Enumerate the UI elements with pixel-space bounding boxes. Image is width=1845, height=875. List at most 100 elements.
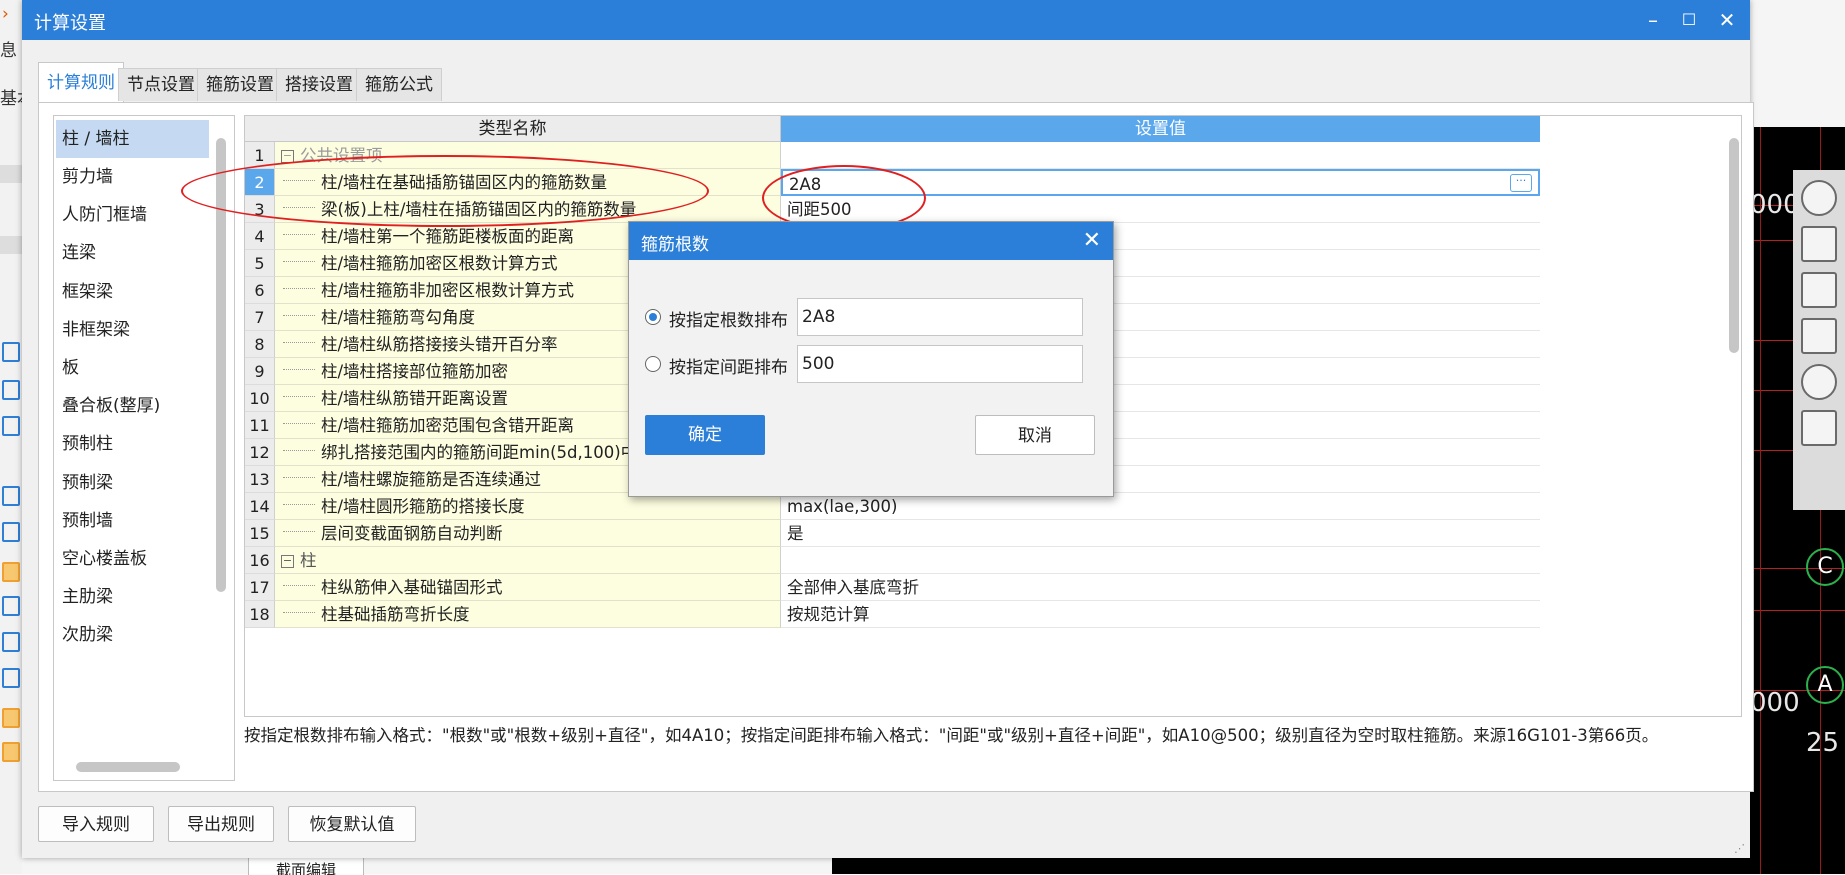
row-value-editor[interactable]: 2A8 ···	[781, 169, 1540, 196]
view-3d-icon	[1801, 226, 1837, 262]
row-name: 柱/墙柱在基础插筋锚固区内的箍筋数量	[275, 169, 781, 196]
collapse-toggle-icon[interactable]: −	[281, 555, 294, 568]
count-input[interactable]: 2A8	[797, 298, 1083, 336]
row-value: 全部伸入基底弯折	[781, 574, 1540, 601]
row-number: 15	[245, 520, 275, 547]
background-left-panel: › 息 基本	[0, 0, 23, 874]
row-number: 7	[245, 304, 275, 331]
row-name: 柱基础插筋弯折长度	[275, 601, 781, 628]
dialog-titlebar: 箍筋根数 ✕	[629, 222, 1113, 260]
row-number: 16	[245, 547, 275, 574]
bg-tool-icon	[2, 486, 20, 506]
table-row[interactable]: 18 柱基础插筋弯折长度 按规范计算	[245, 601, 1540, 628]
bg-tool-icon	[2, 708, 20, 728]
category-item-precast-beam[interactable]: 预制梁	[56, 464, 209, 502]
bg-tool-icon	[2, 668, 20, 688]
ok-button[interactable]: 确定	[645, 415, 765, 455]
row-number: 10	[245, 385, 275, 412]
table-row[interactable]: 16 − 柱	[245, 547, 1540, 574]
row-number: 2	[245, 169, 275, 196]
spacing-input[interactable]: 500	[797, 345, 1083, 383]
category-item-precast-column[interactable]: 预制柱	[56, 425, 209, 463]
dialog-close-button[interactable]: ✕	[1083, 228, 1101, 253]
background-drawing-canvas: 000 000 25 C A	[1750, 0, 1845, 874]
table-row[interactable]: 14 柱/墙柱圆形箍筋的搭接长度 max(lae,300)	[245, 493, 1540, 520]
category-item-non-frame-beam[interactable]: 非框架梁	[56, 311, 209, 349]
cancel-button[interactable]: 取消	[975, 415, 1095, 455]
category-item-precast-wall[interactable]: 预制墙	[56, 502, 209, 540]
radio-by-count[interactable]	[645, 309, 661, 325]
category-item-main-rib-beam[interactable]: 主肋梁	[56, 578, 209, 616]
grid-header-setting-value: 设置值	[781, 116, 1540, 142]
window-title: 计算设置	[34, 13, 106, 34]
category-item-coupling-beam[interactable]: 连梁	[56, 234, 209, 272]
category-horizontal-scrollbar[interactable]	[76, 762, 180, 772]
category-item-column[interactable]: 柱 / 墙柱	[56, 120, 209, 158]
bg-text-fragment: 基本	[0, 89, 22, 109]
row-number: 18	[245, 601, 275, 628]
row-value: 间距500	[781, 196, 1540, 223]
window-titlebar: 计算设置 – ☐ ✕	[22, 0, 1750, 40]
row-name: 柱纵筋伸入基础锚固形式	[275, 574, 781, 601]
view-grid-icon	[1801, 410, 1837, 446]
row-value: 按规范计算	[781, 601, 1540, 628]
stirrup-count-dialog: 箍筋根数 ✕ 按指定根数排布 2A8 按指定间距排布 500 确定 取消	[628, 221, 1114, 497]
view-cube-icon	[1801, 318, 1837, 354]
minimize-button[interactable]: –	[1638, 6, 1668, 34]
row-number: 6	[245, 277, 275, 304]
bg-tool-icon	[2, 632, 20, 652]
tab-stirrup-settings[interactable]: 箍筋设置	[197, 68, 283, 101]
category-item-frame-beam[interactable]: 框架梁	[56, 273, 209, 311]
bg-tool-icon	[2, 596, 20, 616]
bg-tool-icon	[2, 416, 20, 436]
row-value: max(lae,300)	[781, 493, 1540, 520]
resize-grip-icon[interactable]: ⋰	[1734, 842, 1746, 855]
bg-divider	[0, 236, 22, 254]
row-number: 8	[245, 331, 275, 358]
tab-lap-settings[interactable]: 搭接设置	[276, 68, 362, 101]
category-list: 柱 / 墙柱 剪力墙 人防门框墙 连梁 框架梁 非框架梁 板 叠合板(整厚) 预…	[53, 115, 235, 781]
category-item-secondary-rib-beam[interactable]: 次肋梁	[56, 616, 209, 654]
ellipsis-button[interactable]: ···	[1510, 174, 1532, 192]
row-value	[781, 547, 1540, 574]
bg-dimension-text: 000	[1750, 688, 1800, 718]
table-row[interactable]: 17 柱纵筋伸入基础锚固形式 全部伸入基底弯折	[245, 574, 1540, 601]
maximize-button[interactable]: ☐	[1674, 6, 1704, 34]
table-row[interactable]: 3 梁(板)上柱/墙柱在插筋锚固区内的箍筋数量 间距500	[245, 196, 1540, 223]
table-row[interactable]: 15 层间变截面钢筋自动判断 是	[245, 520, 1540, 547]
option-label: 按指定间距排布	[669, 358, 788, 378]
row-name: 层间变截面钢筋自动判断	[275, 520, 781, 547]
row-number: 14	[245, 493, 275, 520]
category-item-hollow-slab[interactable]: 空心楼盖板	[56, 540, 209, 578]
import-rules-button[interactable]: 导入规则	[38, 806, 154, 842]
input-format-hint: 按指定根数排布输入格式："根数"或"根数+级别+直径"，如4A10；按指定间距排…	[244, 726, 1659, 745]
category-vertical-scrollbar[interactable]	[216, 138, 226, 592]
bg-tool-icon	[2, 522, 20, 542]
category-item-slab[interactable]: 板	[56, 349, 209, 387]
bg-bottom-canvas	[832, 858, 1750, 874]
row-number: 9	[245, 358, 275, 385]
grid-header-type-name: 类型名称	[245, 116, 781, 142]
bg-tool-icon	[2, 562, 20, 582]
category-item-composite-slab[interactable]: 叠合板(整厚)	[56, 387, 209, 425]
export-rules-button[interactable]: 导出规则	[168, 806, 274, 842]
grid-vertical-scrollbar[interactable]	[1729, 138, 1739, 353]
tab-stirrup-formula[interactable]: 箍筋公式	[356, 68, 442, 101]
dialog-title: 箍筋根数	[641, 235, 709, 255]
row-number: 13	[245, 466, 275, 493]
bg-axis-label: A	[1806, 666, 1844, 704]
category-item-shear-wall[interactable]: 剪力墙	[56, 158, 209, 196]
category-item-civil-defense-frame-wall[interactable]: 人防门框墙	[56, 196, 209, 234]
tab-calc-rules[interactable]: 计算规则	[38, 62, 124, 103]
tab-node-settings[interactable]: 节点设置	[118, 68, 204, 101]
row-number: 11	[245, 412, 275, 439]
bg-axis-line	[1750, 610, 1845, 611]
restore-defaults-button[interactable]: 恢复默认值	[288, 806, 416, 842]
row-name: 柱/墙柱圆形箍筋的搭接长度	[275, 493, 781, 520]
collapse-toggle-icon[interactable]: −	[281, 150, 294, 163]
row-group-name: − 柱	[275, 547, 781, 574]
radio-by-spacing[interactable]	[645, 356, 661, 372]
close-window-button[interactable]: ✕	[1712, 6, 1742, 34]
table-row-selected[interactable]: 2 柱/墙柱在基础插筋锚固区内的箍筋数量 2A8 ···	[245, 169, 1540, 196]
table-row[interactable]: 1 − 公共设置项	[245, 142, 1540, 169]
